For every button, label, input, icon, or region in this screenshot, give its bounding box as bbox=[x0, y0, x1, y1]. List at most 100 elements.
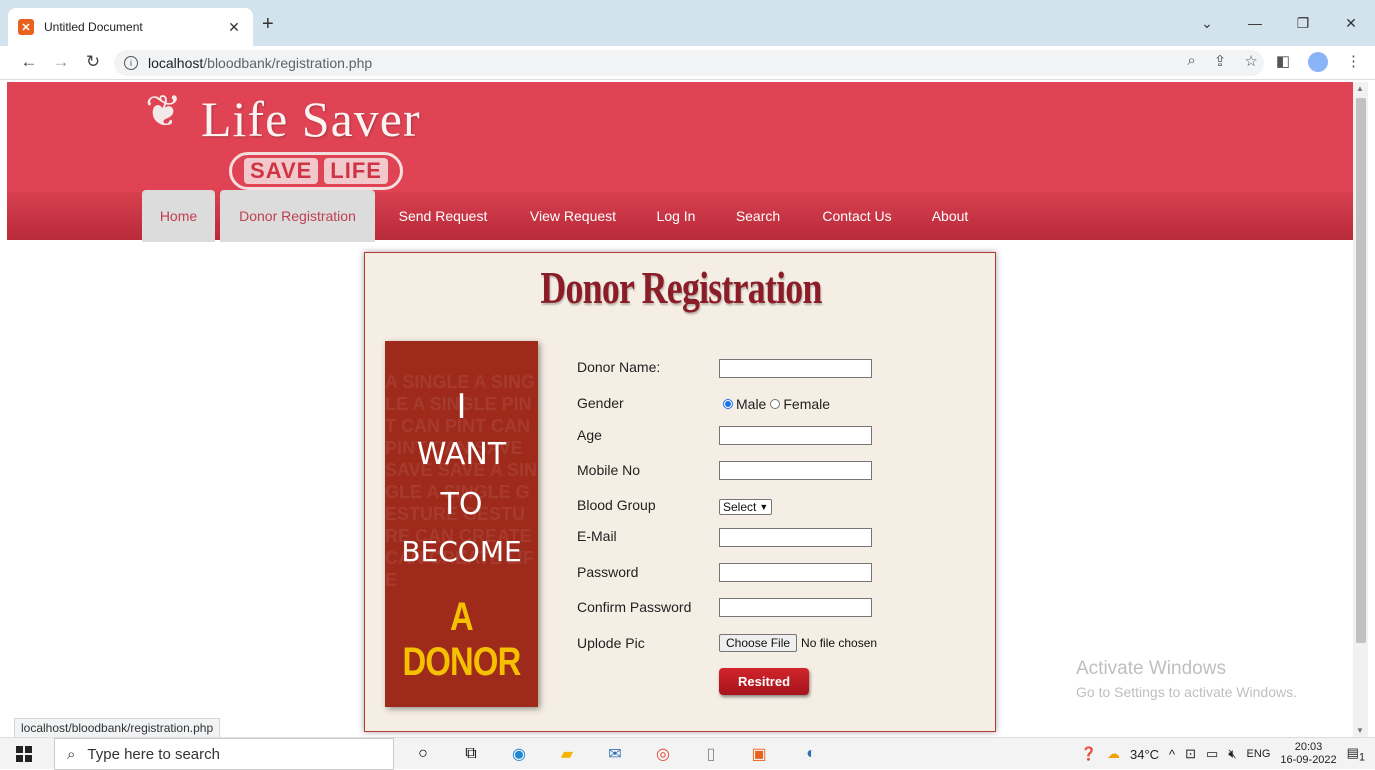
new-tab-icon[interactable]: + bbox=[262, 14, 274, 34]
temperature[interactable]: 34°C bbox=[1130, 747, 1159, 762]
battery-icon[interactable]: ▭ bbox=[1206, 746, 1218, 762]
cortana-icon[interactable]: ○ bbox=[412, 744, 434, 764]
nav-send-request[interactable]: Send Request bbox=[387, 192, 499, 240]
reload-icon[interactable]: ↻ bbox=[82, 52, 104, 72]
taskbar-search-placeholder: Type here to search bbox=[87, 745, 220, 763]
task-view-icon[interactable]: ⧉ bbox=[460, 744, 482, 764]
system-tray: ❓ ☁ 34°C ^ ⊡ ▭ 🔇︎ ENG 20:03 16-09-2022 ▤… bbox=[1081, 738, 1365, 770]
registration-card: Donor Registration A SINGLE A SINGLE A S… bbox=[364, 252, 996, 732]
file-explorer-icon[interactable]: ▰ bbox=[556, 744, 578, 764]
confirm-password-label: Confirm Password bbox=[577, 599, 692, 615]
zoom-icon[interactable]: ⌕ bbox=[1187, 52, 1195, 72]
forward-icon[interactable]: → bbox=[50, 52, 72, 72]
close-window-icon[interactable]: ✕ bbox=[1327, 0, 1375, 46]
chrome-icon[interactable]: ◎ bbox=[652, 744, 674, 764]
logo-tagline: SAVE LIFE bbox=[229, 152, 403, 190]
weather-icon[interactable]: ☁ bbox=[1107, 746, 1120, 762]
nav-home[interactable]: Home bbox=[142, 190, 215, 242]
nav-donor-registration[interactable]: Donor Registration bbox=[220, 190, 375, 242]
tagline-save: SAVE bbox=[244, 158, 319, 184]
web-page: ❦ Life Saver SAVE LIFE Home Donor Regist… bbox=[7, 82, 1353, 737]
clock[interactable]: 20:03 16-09-2022 bbox=[1280, 741, 1336, 767]
poster-line: TO bbox=[440, 487, 483, 522]
chevron-down-icon: ▼ bbox=[759, 502, 769, 512]
donor-poster: A SINGLE A SINGLE A SINGLE PINT CAN PINT… bbox=[385, 341, 538, 707]
nav-log-in[interactable]: Log In bbox=[647, 192, 705, 240]
age-label: Age bbox=[577, 427, 602, 443]
page-scrollbar[interactable]: ▲ ▼ bbox=[1353, 82, 1368, 737]
blood-group-select[interactable]: Select ▼ bbox=[719, 499, 773, 515]
confirm-password-input[interactable] bbox=[719, 598, 872, 617]
link-status-bar: localhost/bloodbank/registration.php bbox=[14, 718, 221, 737]
main-nav: Home Donor Registration Send Request Vie… bbox=[7, 190, 1353, 242]
language-indicator[interactable]: ENG bbox=[1247, 748, 1271, 760]
xampp-favicon-icon: ✕ bbox=[18, 19, 34, 35]
chrome-profile-icon[interactable]: ◐ bbox=[800, 744, 822, 764]
restore-icon[interactable]: ❐ bbox=[1279, 0, 1327, 46]
nav-view-request[interactable]: View Request bbox=[517, 192, 629, 240]
network-icon[interactable]: ⊡ bbox=[1185, 746, 1196, 762]
windows-taskbar: ⌕ Type here to search ○ ⧉ ◉ ▰ ✉ ◎ ▯ ▣ ◐ … bbox=[0, 737, 1375, 770]
site-info-icon[interactable]: i bbox=[124, 56, 138, 70]
page-title: Donor Registration bbox=[540, 262, 822, 313]
minimize-icon[interactable]: — bbox=[1231, 0, 1279, 46]
donor-name-input[interactable] bbox=[719, 359, 872, 378]
window-controls: ⌄ — ❐ ✕ bbox=[1183, 0, 1375, 46]
donor-name-label: Donor Name: bbox=[577, 359, 661, 375]
poster-line: BECOME bbox=[401, 535, 522, 568]
gender-male-radio[interactable] bbox=[723, 399, 733, 409]
xampp-icon[interactable]: ▣ bbox=[748, 744, 770, 764]
file-upload: Choose File No file chosen bbox=[719, 634, 877, 652]
blood-group-label: Blood Group bbox=[577, 497, 656, 513]
mail-icon[interactable]: ✉ bbox=[604, 744, 626, 764]
submit-button[interactable]: Resitred bbox=[719, 668, 809, 695]
nav-contact-us[interactable]: Contact Us bbox=[813, 192, 901, 240]
nav-about[interactable]: About bbox=[925, 192, 975, 240]
blood-group-value: Select bbox=[723, 500, 757, 514]
upload-pic-label: Uplode Pic bbox=[577, 635, 645, 651]
windows-start-icon[interactable] bbox=[16, 746, 32, 762]
edge-icon[interactable]: ◉ bbox=[508, 744, 530, 764]
mobile-label: Mobile No bbox=[577, 462, 641, 478]
age-input[interactable] bbox=[719, 426, 872, 445]
help-icon[interactable]: ❓ bbox=[1081, 746, 1097, 762]
poster-line: WANT bbox=[416, 437, 507, 472]
gender-female-radio[interactable] bbox=[770, 399, 781, 409]
url-text: localhost/bloodbank/registration.php bbox=[148, 55, 373, 71]
profile-avatar[interactable] bbox=[1308, 52, 1328, 72]
gender-label: Gender bbox=[577, 395, 624, 411]
url-bar[interactable]: i localhost/bloodbank/registration.php bbox=[114, 50, 1264, 76]
search-icon: ⌕ bbox=[67, 745, 76, 763]
gender-radio-group: Male Female bbox=[723, 396, 830, 412]
toolbar-icons: ⌕ ⇪ ☆ ◧ ⋮ bbox=[1187, 52, 1361, 72]
nav-search[interactable]: Search bbox=[727, 192, 789, 240]
menu-kebab-icon[interactable]: ⋮ bbox=[1346, 52, 1361, 72]
share-icon[interactable]: ⇪ bbox=[1214, 52, 1227, 72]
heart-logo-icon: ❦ bbox=[145, 87, 182, 136]
scroll-up-icon[interactable]: ▲ bbox=[1356, 84, 1364, 93]
scroll-thumb[interactable] bbox=[1356, 98, 1366, 643]
choose-file-button[interactable]: Choose File bbox=[719, 634, 798, 652]
address-toolbar: ← → ↻ i localhost/bloodbank/registration… bbox=[0, 46, 1375, 80]
close-tab-icon[interactable]: ✕ bbox=[225, 19, 243, 36]
watermark-subtitle: Go to Settings to activate Windows. bbox=[1076, 684, 1297, 700]
document-icon[interactable]: ▯ bbox=[700, 744, 722, 764]
gender-female-label: Female bbox=[783, 396, 831, 412]
tagline-life: LIFE bbox=[324, 158, 388, 184]
volume-muted-icon[interactable]: 🔇︎ bbox=[1228, 746, 1236, 762]
logo-title: Life Saver bbox=[201, 91, 421, 147]
back-icon[interactable]: ← bbox=[18, 52, 40, 72]
poster-highlight: A DONOR bbox=[402, 595, 521, 684]
tab-search-icon[interactable]: ⌄ bbox=[1183, 0, 1231, 46]
side-panel-icon[interactable]: ◧ bbox=[1276, 52, 1290, 72]
browser-tab[interactable]: ✕ Untitled Document ✕ bbox=[8, 8, 253, 46]
email-input[interactable] bbox=[719, 528, 872, 547]
tray-expand-icon[interactable]: ^ bbox=[1169, 747, 1175, 762]
email-label: E-Mail bbox=[577, 528, 617, 544]
mobile-input[interactable] bbox=[719, 461, 872, 480]
password-input[interactable] bbox=[719, 563, 872, 582]
taskbar-search[interactable]: ⌕ Type here to search bbox=[54, 738, 394, 770]
notification-icon[interactable]: ▤1 bbox=[1347, 745, 1365, 764]
scroll-down-icon[interactable]: ▼ bbox=[1356, 726, 1364, 735]
bookmark-star-icon[interactable]: ☆ bbox=[1244, 52, 1257, 72]
